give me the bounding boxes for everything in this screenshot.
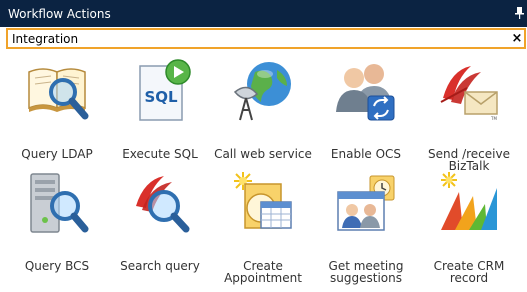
action-create-crm-record[interactable]: Create CRM record [418, 170, 520, 285]
book-magnifier-icon [28, 68, 89, 120]
actions-grid: Query LDAP SQL Execute SQL Call web serv [6, 50, 523, 292]
server-magnifier-icon [30, 173, 89, 233]
action-label: Create CRM record [433, 259, 505, 285]
action-query-ldap[interactable]: Query LDAP [6, 58, 108, 170]
panel-title: Workflow Actions [8, 7, 111, 21]
svg-text:TM: TM [490, 116, 497, 121]
globe-satellite-icon [233, 62, 291, 121]
search-magnifier-icon [136, 176, 190, 233]
action-enable-ocs[interactable]: Enable OCS [315, 58, 417, 170]
biztalk-envelope-icon: TM [440, 66, 498, 121]
crm-record-icon [441, 172, 497, 230]
action-label: Execute SQL [122, 147, 198, 161]
meeting-suggestions-icon [337, 175, 395, 231]
action-search-query[interactable]: Search query [109, 170, 211, 282]
action-label: Query BCS [24, 259, 90, 273]
users-sync-icon [336, 64, 395, 121]
action-label: Search query [120, 259, 200, 273]
action-label: Call web service [214, 147, 312, 161]
action-send-receive-biztalk[interactable]: TM Send /receive BizTalk [418, 58, 520, 173]
panel-title-bar: Workflow Actions [0, 0, 527, 27]
action-label: Get meeting suggestions [328, 259, 404, 285]
action-call-web-service[interactable]: Call web service [212, 58, 314, 170]
action-create-appointment[interactable]: Create Appointment [212, 170, 314, 285]
clear-search-icon[interactable]: × [511, 30, 523, 47]
search-box: × [6, 28, 526, 49]
sql-document-icon: SQL [139, 59, 191, 121]
search-input[interactable] [8, 30, 502, 47]
action-label: Enable OCS [330, 147, 402, 161]
pin-icon[interactable] [515, 7, 524, 19]
action-label: Query LDAP [21, 147, 93, 161]
action-label: Create Appointment [224, 259, 302, 285]
svg-text:SQL: SQL [144, 88, 178, 106]
calendar-clock-icon [234, 172, 292, 229]
action-get-meeting-suggestions[interactable]: Get meeting suggestions [315, 170, 417, 285]
workflow-actions-panel: Workflow Actions × Query LDAP [0, 0, 527, 292]
action-label: Send /receive BizTalk [428, 147, 510, 173]
action-execute-sql[interactable]: SQL Execute SQL [109, 58, 211, 170]
action-query-bcs[interactable]: Query BCS [6, 170, 108, 282]
